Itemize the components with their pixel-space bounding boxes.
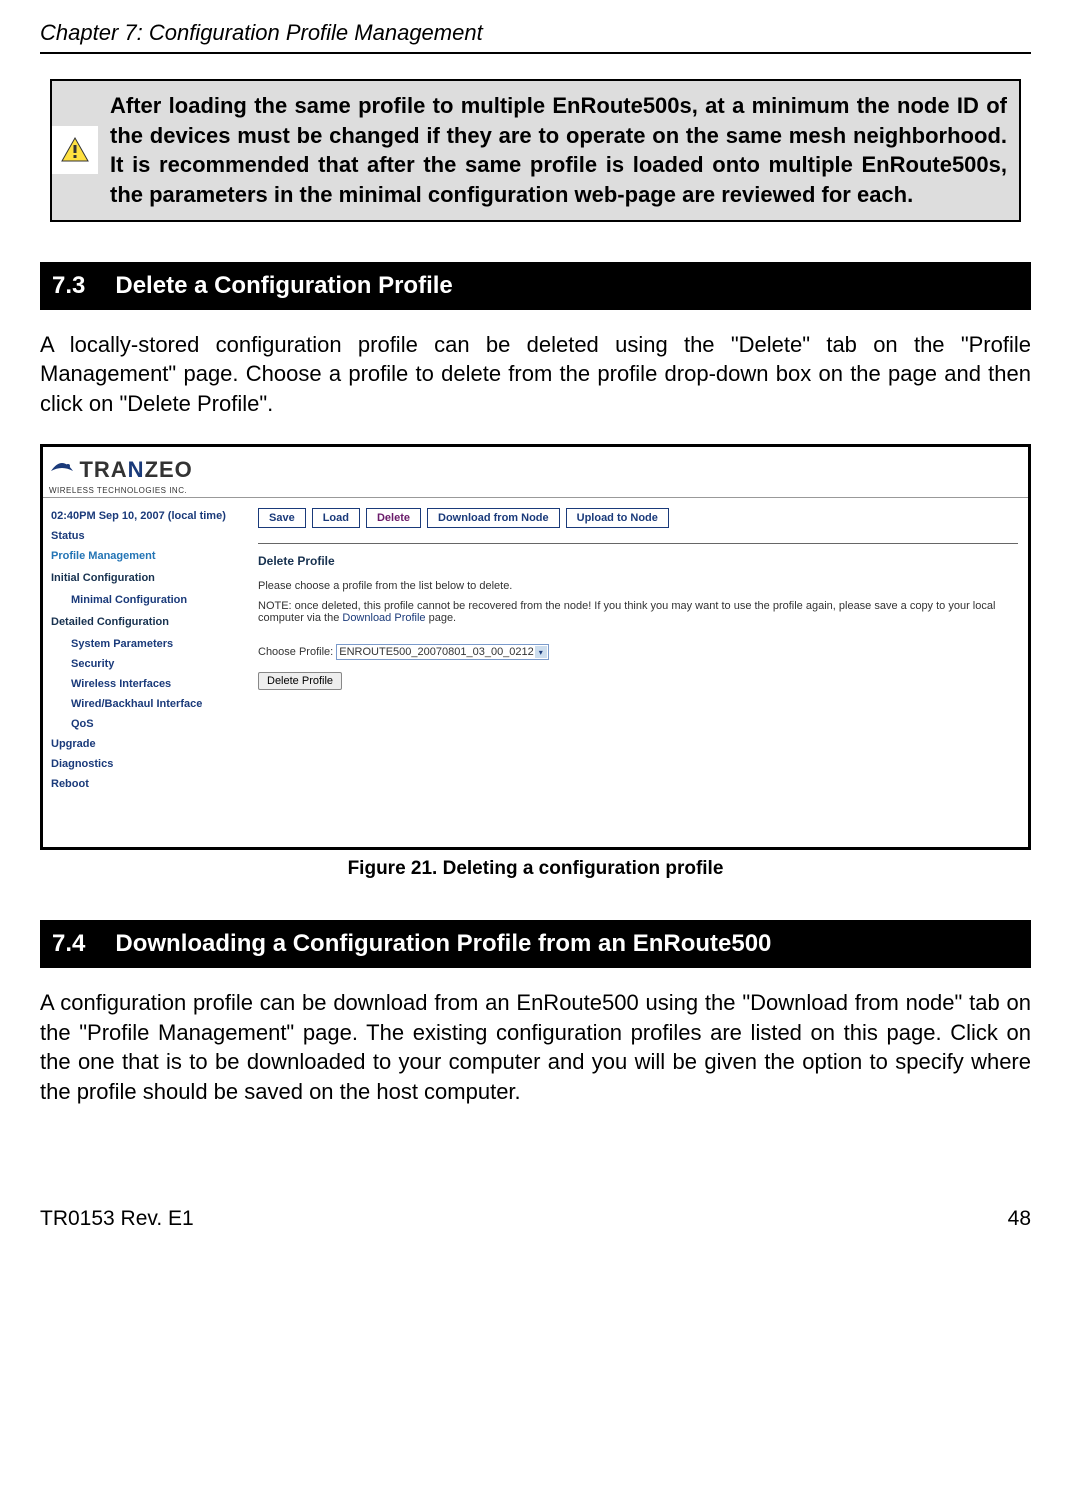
tab-upload[interactable]: Upload to Node xyxy=(566,508,669,528)
pane-title: Delete Profile xyxy=(258,554,1018,568)
sidebar-diagnostics[interactable]: Diagnostics xyxy=(49,754,242,774)
choose-profile-label: Choose Profile: xyxy=(258,646,333,658)
pane-text-1: Please choose a profile from the list be… xyxy=(258,580,1018,592)
body-text-73: A locally-stored configuration profile c… xyxy=(40,330,1031,419)
tab-delete[interactable]: Delete xyxy=(366,508,421,528)
section-header-73: 7.3 Delete a Configuration Profile xyxy=(40,262,1031,310)
sidebar-security[interactable]: Security xyxy=(49,654,242,674)
body-text-74: A configuration profile can be download … xyxy=(40,988,1031,1107)
footer-right: 48 xyxy=(1008,1207,1031,1231)
section-number: 7.3 xyxy=(52,272,85,300)
sidebar-status[interactable]: Status xyxy=(49,526,242,546)
chapter-header: Chapter 7: Configuration Profile Managem… xyxy=(40,20,1031,54)
sidebar-wireless[interactable]: Wireless Interfaces xyxy=(49,674,242,694)
sidebar-time: 02:40PM Sep 10, 2007 (local time) xyxy=(49,506,242,526)
pane-text-2: NOTE: once deleted, this profile cannot … xyxy=(258,600,1018,624)
profile-select[interactable]: ENROUTE500_20070801_03_00_0212 ▾ xyxy=(336,644,549,660)
sidebar-wired[interactable]: Wired/Backhaul Interface xyxy=(49,694,242,714)
section-title: Delete a Configuration Profile xyxy=(115,272,452,300)
logo-text: TRANZEO xyxy=(79,457,192,482)
page-footer: TR0153 Rev. E1 48 xyxy=(40,1207,1031,1231)
sidebar-detailed-config: Detailed Configuration xyxy=(49,610,242,634)
figure-caption: Figure 21. Deleting a configuration prof… xyxy=(40,858,1031,880)
logo-subtitle: WIRELESS TECHNOLOGIES INC. xyxy=(49,486,1022,495)
sidebar-reboot[interactable]: Reboot xyxy=(49,774,242,794)
tabs: Save Load Delete Download from Node Uplo… xyxy=(258,508,1018,528)
tab-load[interactable]: Load xyxy=(312,508,360,528)
delete-profile-button[interactable]: Delete Profile xyxy=(258,672,342,690)
section-header-74: 7.4 Downloading a Configuration Profile … xyxy=(40,920,1031,968)
tab-save[interactable]: Save xyxy=(258,508,306,528)
section-number: 7.4 xyxy=(52,930,85,958)
sidebar: 02:40PM Sep 10, 2007 (local time) Status… xyxy=(43,498,248,847)
sidebar-initial-config: Initial Configuration xyxy=(49,566,242,590)
logo-row: TRANZEO WIRELESS TECHNOLOGIES INC. xyxy=(43,447,1028,498)
choose-profile-row: Choose Profile: ENROUTE500_20070801_03_0… xyxy=(258,644,1018,660)
chevron-down-icon: ▾ xyxy=(535,646,547,658)
download-profile-link[interactable]: Download Profile xyxy=(342,612,425,624)
main-pane: Save Load Delete Download from Node Uplo… xyxy=(248,498,1028,847)
warning-icon xyxy=(52,126,98,174)
tab-download[interactable]: Download from Node xyxy=(427,508,560,528)
sidebar-minimal-config[interactable]: Minimal Configuration xyxy=(49,590,242,610)
sidebar-profile-management[interactable]: Profile Management xyxy=(49,546,242,566)
section-title: Downloading a Configuration Profile from… xyxy=(115,930,771,958)
warning-callout: After loading the same profile to multip… xyxy=(50,79,1021,222)
screenshot-figure: TRANZEO WIRELESS TECHNOLOGIES INC. 02:40… xyxy=(40,444,1031,850)
sidebar-qos[interactable]: QoS xyxy=(49,714,242,734)
sidebar-system-params[interactable]: System Parameters xyxy=(49,634,242,654)
sidebar-upgrade[interactable]: Upgrade xyxy=(49,734,242,754)
warning-text: After loading the same profile to multip… xyxy=(98,81,1019,220)
footer-left: TR0153 Rev. E1 xyxy=(40,1207,194,1231)
